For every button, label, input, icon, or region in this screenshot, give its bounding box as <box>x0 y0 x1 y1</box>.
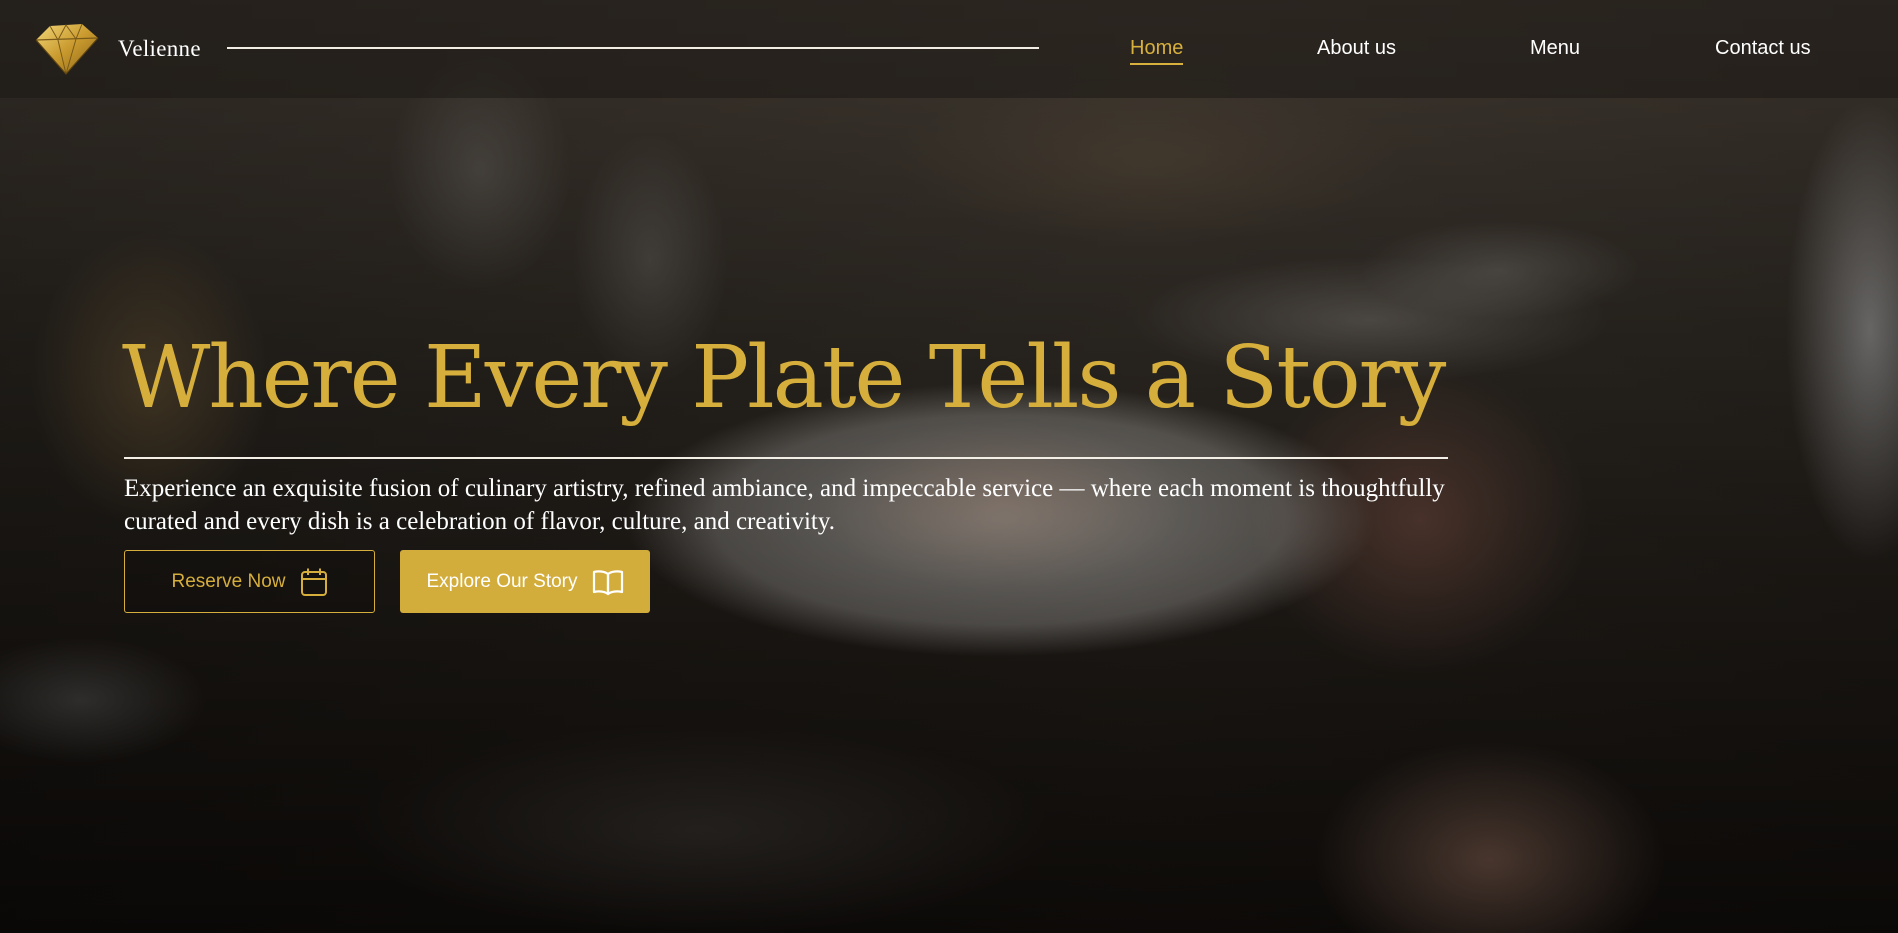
explore-story-label: Explore Our Story <box>426 570 578 592</box>
open-book-icon <box>592 568 624 596</box>
site-header: Velienne Home About us Menu Contact us <box>0 0 1898 98</box>
header-divider <box>227 47 1039 49</box>
hero-divider <box>124 457 1448 459</box>
brand-name: Velienne <box>118 36 201 61</box>
nav-home-link[interactable]: Home <box>1130 37 1184 65</box>
reserve-now-button[interactable]: Reserve Now <box>124 550 375 613</box>
nav-contact-link[interactable]: Contact us <box>1715 37 1811 60</box>
hero-overlay <box>0 0 1898 933</box>
reserve-now-label: Reserve Now <box>171 570 286 592</box>
brand-home-link[interactable]: Velienne <box>28 20 201 78</box>
hero-title: Where Every Plate Tells a Story <box>122 328 1446 428</box>
hero-subtitle: Experience an exquisite fusion of culina… <box>124 475 1445 535</box>
diamond-icon <box>28 20 102 78</box>
nav-menu-link[interactable]: Menu <box>1530 37 1580 60</box>
landing-page: Velienne Home About us Menu Contact us W… <box>0 0 1898 933</box>
calendar-icon <box>300 567 328 597</box>
explore-story-button[interactable]: Explore Our Story <box>400 550 650 613</box>
main-nav: Home About us Menu Contact us <box>1080 0 1898 98</box>
nav-about-link[interactable]: About us <box>1317 37 1396 60</box>
